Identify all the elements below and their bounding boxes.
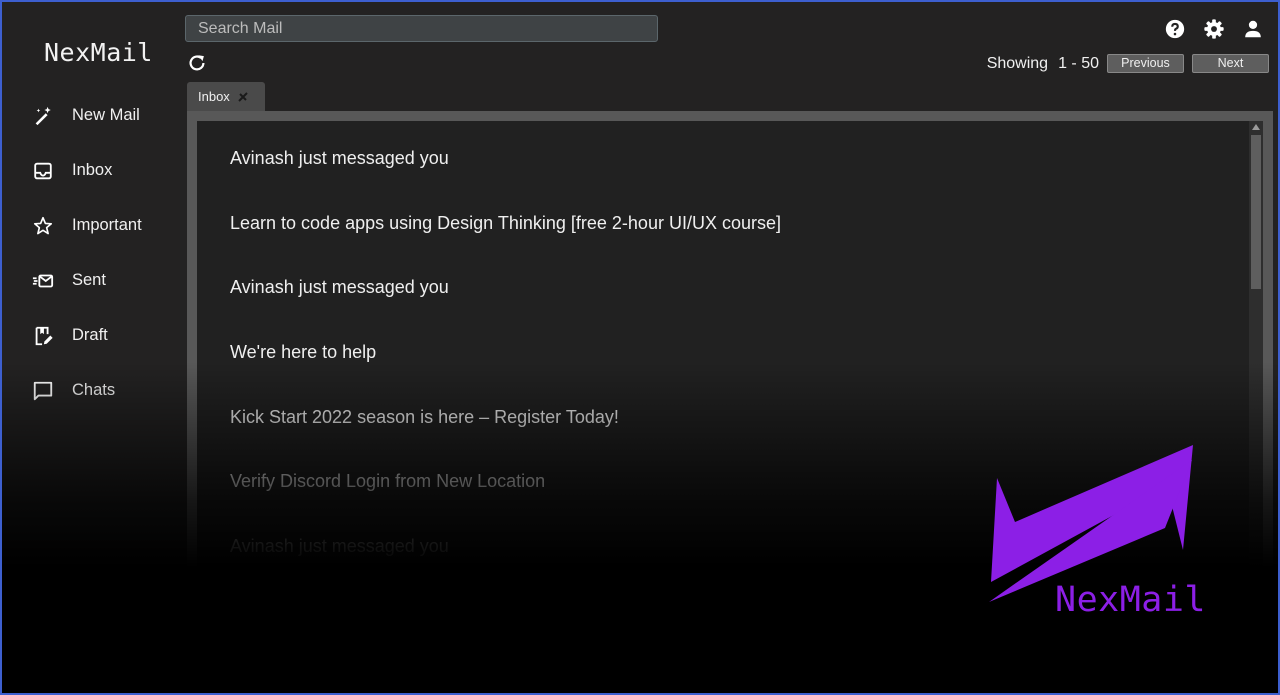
mail-item[interactable]: Learn to code apps using Design Thinking…: [230, 213, 781, 278]
sidebar-item-label: Draft: [72, 326, 108, 344]
sidebar-item-important[interactable]: Important: [32, 198, 142, 253]
vertical-scrollbar[interactable]: [1249, 121, 1263, 631]
header-actions: [1164, 18, 1264, 40]
help-icon[interactable]: [1164, 18, 1186, 40]
page-range: 1 - 50: [1058, 54, 1099, 72]
draft-icon: [32, 325, 54, 347]
scrollbar-thumb[interactable]: [1251, 135, 1261, 289]
mail-item[interactable]: Avinash just messaged you: [230, 277, 781, 342]
sidebar-item-new-mail[interactable]: New Mail: [32, 88, 142, 143]
inbox-icon: [32, 160, 54, 182]
sidebar-item-label: Important: [72, 216, 142, 234]
star-icon: [32, 215, 54, 237]
mail-list: Avinash just messaged you Learn to code …: [230, 148, 781, 601]
account-user-icon[interactable]: [1242, 18, 1264, 40]
next-button[interactable]: Next: [1192, 54, 1269, 73]
tab-label: Inbox: [198, 89, 230, 104]
pagination: Showing 1 - 50 Previous Next: [987, 54, 1269, 73]
close-tab-icon[interactable]: [236, 90, 250, 104]
mail-item[interactable]: We're here to help: [230, 342, 781, 407]
previous-button[interactable]: Previous: [1107, 54, 1184, 73]
sidebar-nav: New Mail Inbox Important Sent Draft Chat…: [32, 88, 142, 418]
sidebar-item-inbox[interactable]: Inbox: [32, 143, 142, 198]
chat-icon: [32, 380, 54, 402]
brand-overlay: NexMail: [987, 442, 1206, 627]
sidebar-item-label: Chats: [72, 381, 116, 399]
mail-item[interactable]: Avinash just messaged you: [230, 148, 781, 213]
showing-label: Showing: [986, 54, 1049, 72]
mail-item[interactable]: Verify Discord Login from New Location: [230, 471, 781, 536]
sidebar-item-sent[interactable]: Sent: [32, 253, 142, 308]
refresh-icon[interactable]: [186, 52, 208, 74]
scroll-up-arrow-icon[interactable]: [1252, 124, 1260, 130]
sidebar-item-label: Inbox: [72, 161, 113, 179]
settings-gear-icon[interactable]: [1203, 18, 1225, 40]
mail-item[interactable]: Kick Start 2022 season is here – Registe…: [230, 407, 781, 472]
brand-logo-text: NexMail: [1055, 580, 1207, 620]
sidebar-item-chats[interactable]: Chats: [32, 363, 142, 418]
sidebar-item-label: Sent: [72, 271, 106, 289]
app-logo: NexMail: [44, 38, 153, 67]
edit-magic-icon: [32, 105, 54, 127]
sidebar-item-draft[interactable]: Draft: [32, 308, 142, 363]
sidebar-item-label: New Mail: [72, 106, 140, 124]
mail-item[interactable]: Avinash just messaged you: [230, 536, 781, 601]
search-input[interactable]: [185, 15, 658, 42]
tab-inbox[interactable]: Inbox: [187, 82, 265, 111]
sent-mail-icon: [32, 270, 54, 292]
